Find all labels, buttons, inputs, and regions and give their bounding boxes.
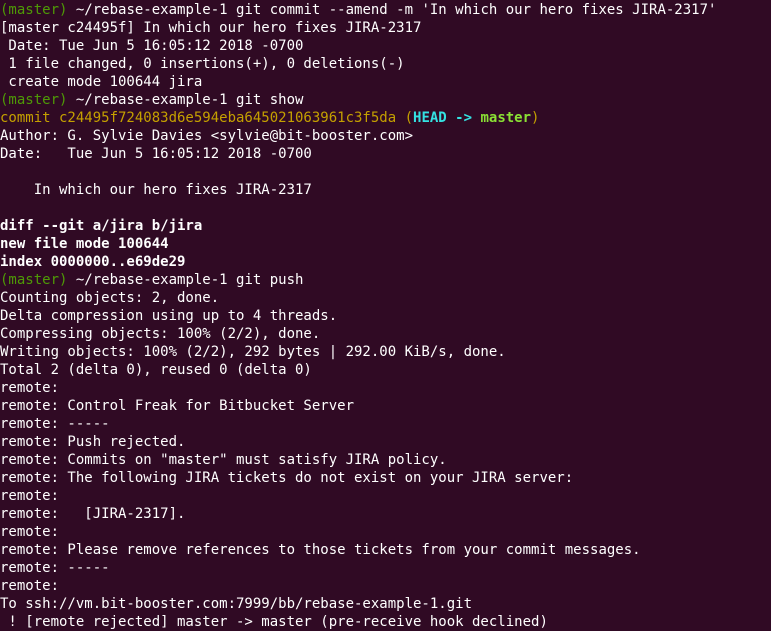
diff-header-line: new file mode 100644 [0,236,169,252]
output-line: remote: ----- [0,560,110,576]
output-line: Date: Tue Jun 5 16:05:12 2018 -0700 [0,38,304,54]
output-line: [master c24495f] In which our hero fixes… [0,20,422,36]
command-text: ~/rebase-example-1 git show [67,92,304,108]
command-text: ~/rebase-example-1 git push [67,272,304,288]
output-line: Author: G. Sylvie Davies <sylvie@bit-boo… [0,128,414,144]
output-line: ! [remote rejected] master -> master (pr… [0,614,548,630]
output-line: Delta compression using up to 4 threads. [0,308,338,324]
commit-paren-close: ) [531,110,540,126]
commit-hash: commit c24495f724083d6e594eba64502106396… [0,110,397,126]
commit-paren-open: ( [396,110,414,126]
output-line: remote: [0,488,60,504]
command-text: ~/rebase-example-1 git commit --amend -m… [67,2,717,18]
prompt-branch: (master) [0,2,68,18]
prompt-branch: (master) [0,92,68,108]
output-line: remote: [0,380,60,396]
output-line: remote: ----- [0,416,110,432]
output-line: remote: Please remove references to thos… [0,542,641,558]
output-line: Compressing objects: 100% (2/2), done. [0,326,321,342]
output-line: remote: Control Freak for Bitbucket Serv… [0,398,355,414]
diff-header-line: index 0000000..e69de29 [0,254,186,270]
output-line: Writing objects: 100% (2/2), 292 bytes |… [0,344,506,360]
output-line: Total 2 (delta 0), reused 0 (delta 0) [0,362,312,378]
output-line: remote: Push rejected. [0,434,186,450]
commit-line: commit c24495f724083d6e594eba64502106396… [0,109,771,127]
output-line: Date: Tue Jun 5 16:05:12 2018 -0700 [0,146,312,162]
output-line: Counting objects: 2, done. [0,290,220,306]
output-line: remote: The following JIRA tickets do no… [0,470,574,486]
prompt-branch: (master) [0,272,68,288]
prompt-line: (master) ~/rebase-example-1 git push [0,271,771,289]
prompt-line: (master) ~/rebase-example-1 git show [0,91,771,109]
output-line: create mode 100644 jira [0,74,203,90]
diff-header-line: diff --git a/jira b/jira [0,218,203,234]
terminal-window[interactable]: (master) ~/rebase-example-1 git commit -… [0,0,771,631]
head-pointer: HEAD -> [413,110,473,126]
output-line: remote: [JIRA-2317]. [0,506,186,522]
output-line: remote: [0,524,60,540]
output-line: remote: [0,578,60,594]
output-line: remote: Commits on "master" must satisfy… [0,452,447,468]
branch-pointer: master [480,110,532,126]
output-line: 1 file changed, 0 insertions(+), 0 delet… [0,56,405,72]
prompt-line: (master) ~/rebase-example-1 git commit -… [0,1,771,19]
output-line: To ssh://vm.bit-booster.com:7999/bb/reba… [0,596,473,612]
output-line: In which our hero fixes JIRA-2317 [0,182,312,198]
